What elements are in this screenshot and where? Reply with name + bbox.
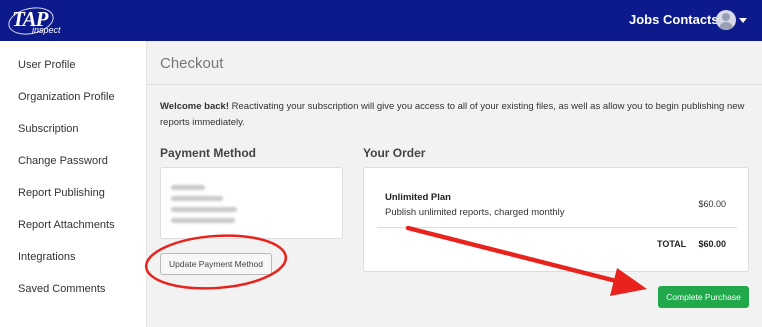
nav-link-jobs[interactable]: Jobs: [629, 12, 659, 27]
top-navbar: TAP inspect Jobs Contacts: [0, 0, 762, 41]
logo-subtext: inspect: [32, 25, 61, 35]
tapinspect-logo[interactable]: TAP inspect: [5, 3, 68, 39]
sidebar-item-saved-comments[interactable]: Saved Comments: [18, 283, 105, 295]
payment-method-card: [160, 167, 343, 239]
redacted-card-line: [171, 185, 205, 190]
complete-purchase-button[interactable]: Complete Purchase: [658, 286, 749, 308]
chevron-down-icon[interactable]: [739, 18, 747, 23]
avatar-body: [719, 22, 733, 30]
nav-link-contacts[interactable]: Contacts: [663, 12, 719, 27]
welcome-text: Reactivating your subscription will give…: [160, 101, 745, 128]
checkout-main: Checkout Welcome back! Reactivating your…: [147, 41, 762, 327]
redacted-card-line: [171, 196, 223, 201]
page-title: Checkout: [160, 55, 224, 72]
plan-name: Unlimited Plan: [385, 192, 451, 203]
payment-method-heading: Payment Method: [160, 146, 257, 160]
your-order-heading: Your Order: [363, 146, 426, 160]
redacted-card-line: [171, 207, 237, 212]
title-divider: [147, 84, 762, 85]
redacted-card-line: [171, 218, 235, 223]
order-divider: [377, 227, 737, 228]
total-value: $60.00: [698, 239, 726, 249]
sidebar-item-change-password[interactable]: Change Password: [18, 155, 108, 167]
total-label: TOTAL: [657, 239, 687, 249]
avatar-head: [722, 13, 730, 21]
order-summary-card: Unlimited Plan Publish unlimited reports…: [363, 167, 749, 272]
plan-description: Publish unlimited reports, charged month…: [385, 207, 565, 218]
sidebar-item-report-publishing[interactable]: Report Publishing: [18, 187, 105, 199]
settings-sidebar: User Profile Organization Profile Subscr…: [0, 41, 147, 327]
update-payment-method-button[interactable]: Update Payment Method: [160, 253, 272, 275]
sidebar-item-organization-profile[interactable]: Organization Profile: [18, 91, 115, 103]
user-avatar-icon[interactable]: [716, 10, 736, 30]
sidebar-item-user-profile[interactable]: User Profile: [18, 59, 75, 71]
welcome-bold: Welcome back!: [160, 101, 229, 112]
plan-price: $60.00: [698, 199, 726, 209]
welcome-message: Welcome back! Reactivating your subscrip…: [160, 99, 755, 131]
sidebar-item-integrations[interactable]: Integrations: [18, 251, 75, 263]
sidebar-item-report-attachments[interactable]: Report Attachments: [18, 219, 115, 231]
sidebar-item-subscription[interactable]: Subscription: [18, 123, 79, 135]
